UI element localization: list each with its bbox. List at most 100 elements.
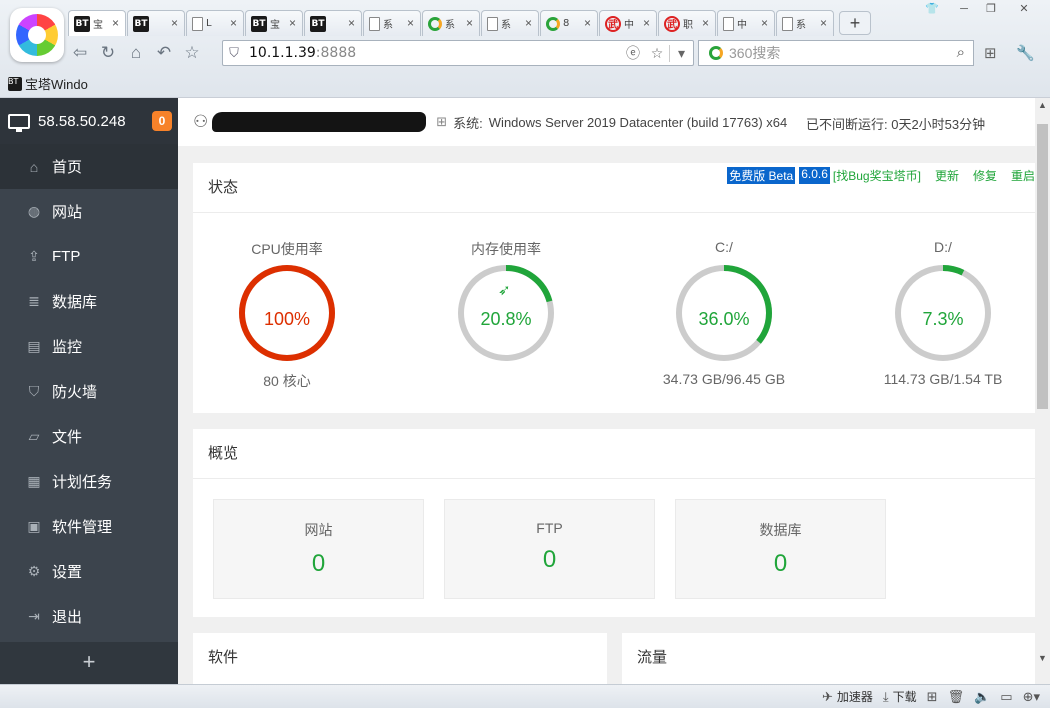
tab-close-icon[interactable]: × <box>761 16 768 30</box>
volume-icon[interactable]: 🔈 <box>974 689 990 705</box>
download-icon[interactable]: ⤓ <box>883 689 889 705</box>
restart-link[interactable]: 重启 <box>1011 167 1035 184</box>
tab-favicon-bt-icon: BT <box>251 15 267 32</box>
repair-link[interactable]: 修复 <box>973 167 997 184</box>
bug-reward-link[interactable]: [找Bug奖宝塔币] <box>833 167 921 184</box>
usage-gauge[interactable]: C:/ 36.0% 34.73 GB/96.45 GB <box>624 239 824 387</box>
screen-icon[interactable]: ▭ <box>1000 689 1012 705</box>
sidebar-item-label: 计划任务 <box>52 474 113 491</box>
tab-close-icon[interactable]: × <box>584 16 591 30</box>
undo-icon[interactable]: ↶ <box>150 40 178 66</box>
tab-close-icon[interactable]: × <box>702 16 709 30</box>
url-text[interactable]: 10.1.1.39:8888 <box>245 45 356 61</box>
scroll-down-icon[interactable]: ▼ <box>1035 651 1050 666</box>
add-shortcut-button[interactable]: + <box>0 642 178 684</box>
tab-close-icon[interactable]: × <box>171 16 178 30</box>
download-label[interactable]: 下载 <box>893 688 917 705</box>
usage-gauge[interactable]: CPU使用率 100% 80 核心 <box>187 239 387 391</box>
browser-tab[interactable]: BT 宝 × <box>68 10 126 36</box>
tools-wrench-icon[interactable]: 🔧 <box>1016 44 1035 62</box>
search-icon[interactable]: ⌕ <box>957 44 965 61</box>
database-icon: ≣ <box>28 293 40 309</box>
tab-favicon-bt-icon: BT <box>133 15 149 32</box>
search-box[interactable]: 360搜索 ⌕ <box>698 40 974 66</box>
browser-tab[interactable]: BT 宝 × <box>245 10 303 36</box>
sidebar-item-logout[interactable]: ⇥ 退出 <box>0 594 178 639</box>
star-icon[interactable]: ☆ <box>178 40 206 66</box>
sidebar-item-label: 设置 <box>52 564 83 581</box>
sidebar-item-shield[interactable]: ⛉ 防火墙 <box>0 369 178 414</box>
skin-icon[interactable]: 👕 <box>921 2 943 16</box>
update-link[interactable]: 更新 <box>935 167 959 184</box>
tab-favicon-seal-icon: 武 <box>664 15 680 32</box>
sidebar-item-globe[interactable]: ◍ 网站 <box>0 189 178 234</box>
tab-close-icon[interactable]: × <box>230 16 237 30</box>
new-tab-button[interactable]: + <box>839 11 871 35</box>
vertical-scrollbar[interactable]: ▲ ▼ <box>1035 98 1050 684</box>
extensions-icon[interactable]: ⊞ <box>984 44 997 62</box>
overview-card[interactable]: FTP 0 <box>444 499 655 599</box>
browser-tab[interactable]: L × <box>186 10 244 36</box>
usage-gauge[interactable]: 内存使用率 20.8% ➶ <box>406 239 606 371</box>
browser-tab[interactable]: 系 × <box>363 10 421 36</box>
tab-close-icon[interactable]: × <box>820 16 827 30</box>
sidebar-item-ftp[interactable]: ⇪ FTP <box>0 234 178 279</box>
browser-status-bar: ✈ 加速器 ⤓ 下载 ⊞ 🗑 🔈 ▭ ⊕▾ <box>0 684 1050 708</box>
restore-button[interactable]: ❐ <box>980 2 1002 16</box>
tab-close-icon[interactable]: × <box>348 16 355 30</box>
sidebar-item-gear[interactable]: ⚙ 设置 <box>0 549 178 594</box>
sidebar-item-label: 首页 <box>52 159 83 176</box>
browser-tab[interactable]: 武中 × <box>599 10 657 36</box>
sidebar-item-folder[interactable]: ▱ 文件 <box>0 414 178 459</box>
sidebar-item-home[interactable]: ⌂ 首页 <box>0 144 178 189</box>
zoom-icon[interactable]: ⊕▾ <box>1023 689 1040 705</box>
compat-mode-icon[interactable]: ⓔ <box>621 43 645 63</box>
overview-card[interactable]: 数据库 0 <box>675 499 886 599</box>
overview-card[interactable]: 网站 0 <box>213 499 424 599</box>
accelerator-label[interactable]: 加速器 <box>837 688 873 705</box>
scroll-thumb[interactable] <box>1037 124 1048 409</box>
sidebar-item-label: 数据库 <box>52 294 98 311</box>
address-bar[interactable]: ⛉ 10.1.1.39:8888 ⓔ ☆ ▾ <box>222 40 694 66</box>
browser-tab[interactable]: 系 × <box>481 10 539 36</box>
browser-tab[interactable]: BT × <box>127 10 185 36</box>
tab-close-icon[interactable]: × <box>407 16 414 30</box>
tab-close-icon[interactable]: × <box>112 16 119 30</box>
tab-close-icon[interactable]: × <box>289 16 296 30</box>
sidebar-item-apps[interactable]: ▣ 软件管理 <box>0 504 178 549</box>
browser-tab[interactable]: 系 × <box>422 10 480 36</box>
add-window-icon[interactable]: ⊞ <box>927 689 938 705</box>
sidebar: 58.58.50.248 0 ⌂ 首页 ◍ 网站 ⇪ FTP ≣ 数据库 ▤ 监控 ⛉ 防火墙 ▱ 文件 ▦… <box>0 98 178 684</box>
dropdown-icon[interactable]: ▾ <box>669 44 693 62</box>
browser-tab[interactable]: 中 × <box>717 10 775 36</box>
tab-close-icon[interactable]: × <box>643 16 650 30</box>
browser-tab[interactable]: 8 × <box>540 10 598 36</box>
overview-card-label: 数据库 <box>759 522 802 538</box>
overview-card-count: 0 <box>311 550 326 577</box>
bookmark-star-icon[interactable]: ☆ <box>645 45 669 62</box>
rocket-icon[interactable]: ➶ <box>498 281 511 299</box>
scroll-up-icon[interactable]: ▲ <box>1035 98 1050 113</box>
shield-icon: ⛉ <box>28 383 40 399</box>
browser-tab[interactable]: 武职 × <box>658 10 716 36</box>
overview-panel: 概览 网站 0 FTP 0 数据库 0 <box>193 429 1035 617</box>
sidebar-item-database[interactable]: ≣ 数据库 <box>0 279 178 324</box>
browser-tab[interactable]: BT × <box>304 10 362 36</box>
home-browser-icon[interactable]: ⌂ <box>122 40 150 66</box>
sidebar-item-calendar[interactable]: ▦ 计划任务 <box>0 459 178 504</box>
tab-close-icon[interactable]: × <box>525 16 532 30</box>
usage-gauge[interactable]: D:/ 7.3% 114.73 GB/1.54 TB <box>843 239 1035 387</box>
back-icon[interactable]: ⇦ <box>66 40 94 66</box>
refresh-icon[interactable]: ↻ <box>94 40 122 66</box>
trash-icon[interactable]: 🗑 <box>948 689 965 705</box>
browser-logo-icon[interactable] <box>10 8 64 62</box>
message-badge[interactable]: 0 <box>152 111 172 131</box>
minimize-button[interactable]: ─ <box>953 2 975 16</box>
gauge-label: C:/ <box>715 239 733 255</box>
close-window-button[interactable]: ✕ <box>1013 2 1035 16</box>
tab-close-icon[interactable]: × <box>466 16 473 30</box>
accelerator-icon[interactable]: ✈ <box>822 689 833 705</box>
sidebar-item-monitor[interactable]: ▤ 监控 <box>0 324 178 369</box>
browser-tab[interactable]: 系 × <box>776 10 834 36</box>
bookmark-item[interactable]: BT 宝塔Windo <box>8 74 88 93</box>
